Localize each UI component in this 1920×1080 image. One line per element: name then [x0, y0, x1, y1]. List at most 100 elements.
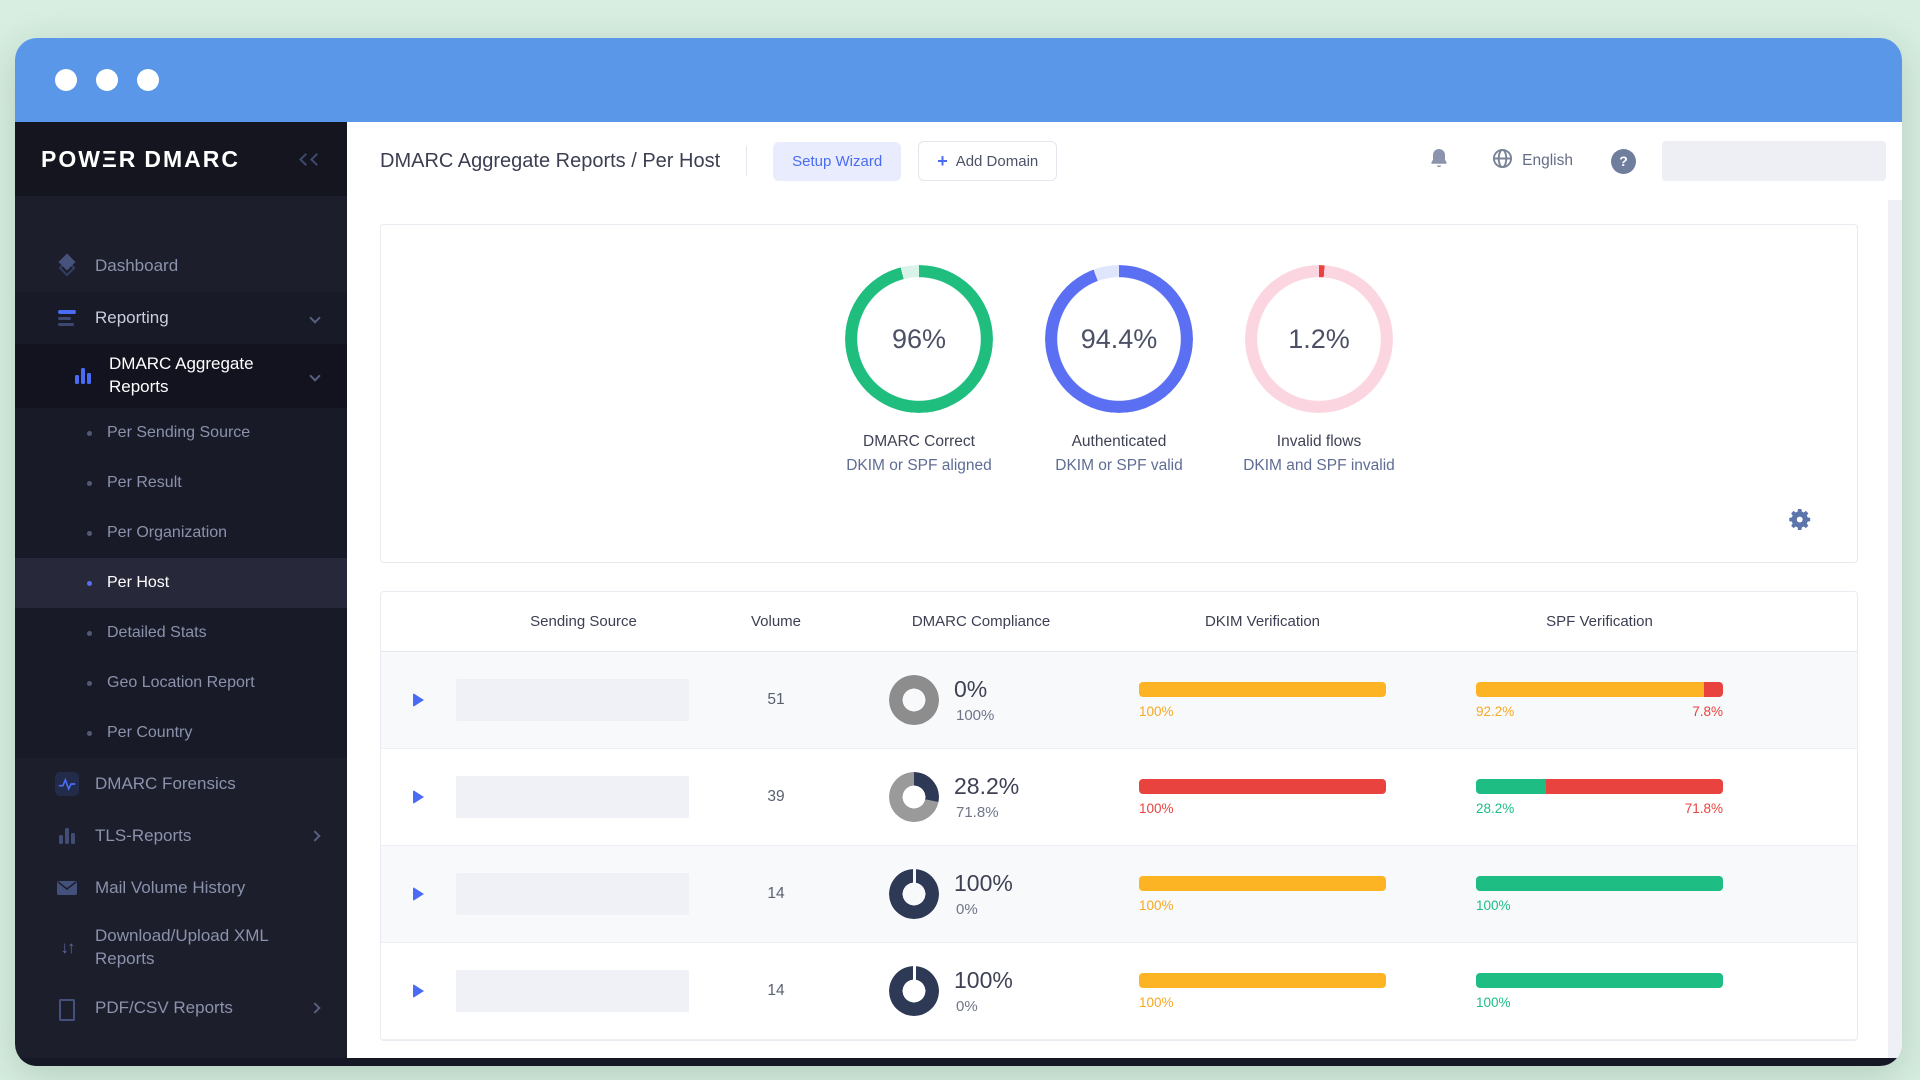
sidebar-item-geo-location-report[interactable]: Geo Location Report — [15, 658, 347, 708]
notifications-bell-icon[interactable] — [1428, 147, 1450, 176]
setup-wizard-button[interactable]: Setup Wizard — [773, 141, 902, 181]
sending-source-redacted — [456, 679, 689, 721]
chevron-right-icon — [309, 1002, 321, 1014]
window-control-dot[interactable] — [137, 69, 159, 91]
spf-bar — [1476, 875, 1723, 891]
volume-value: 51 — [767, 691, 785, 708]
compliance-sub-value: 71.8% — [956, 804, 999, 821]
download-upload-arrows-icon: ↓↑ — [60, 938, 76, 957]
sending-source-redacted — [456, 970, 689, 1012]
table-row: 14 100% 0% 100% 100% — [381, 943, 1857, 1040]
window-footer-strip — [15, 1058, 1902, 1066]
chevron-right-icon — [309, 830, 321, 842]
sidebar-logo-row: POWΞR DMARC — [15, 122, 347, 196]
sidebar-item-per-result[interactable]: Per Result — [15, 458, 347, 508]
dkim-left-label: 100% — [1139, 703, 1174, 719]
sidebar-item-per-organization[interactable]: Per Organization — [15, 508, 347, 558]
main-content: DMARC Aggregate Reports / Per Host Setup… — [347, 122, 1902, 1066]
language-selector[interactable]: English — [1492, 148, 1573, 174]
sidebar-item-reporting[interactable]: Reporting — [15, 292, 347, 344]
spf-bar — [1476, 681, 1723, 697]
bullet-icon — [87, 530, 92, 536]
donut-chart: 96% — [845, 265, 993, 413]
compliance-donut — [889, 772, 939, 822]
expand-row-icon[interactable] — [413, 984, 424, 998]
account-area[interactable] — [1662, 141, 1886, 181]
donut-value: 96% — [891, 323, 947, 354]
sidebar-nav: Dashboard Reporting DMARC Aggregate Repo… — [15, 196, 347, 1034]
volume-value: 14 — [767, 885, 785, 902]
compliance-sub-value: 0% — [956, 998, 978, 1015]
bullet-icon — [87, 630, 92, 636]
sidebar-item-tls-reports[interactable]: TLS-Reports — [15, 810, 347, 862]
spf-left-label: 100% — [1476, 994, 1511, 1010]
dkim-bar — [1139, 778, 1386, 794]
donut-value: 1.2% — [1288, 323, 1350, 354]
dkim-left-label: 100% — [1139, 897, 1174, 913]
bar-chart-icon — [71, 368, 95, 384]
app-window: POWΞR DMARC Dashboard Reporting DMARC Ag… — [15, 38, 1902, 1066]
sidebar-collapse-icon[interactable] — [299, 152, 323, 166]
sidebar-item-detailed-stats[interactable]: Detailed Stats — [15, 608, 347, 658]
sidebar-item-pdf-csv-reports[interactable]: PDF/CSV Reports — [15, 982, 347, 1034]
sidebar-item-download-upload-xml-reports[interactable]: ↓↑ Download/Upload XML Reports — [15, 914, 347, 982]
column-header-volume: Volume — [750, 613, 802, 630]
sidebar-item-mail-volume-history[interactable]: Mail Volume History — [15, 862, 347, 914]
chevron-down-icon — [309, 312, 321, 324]
add-domain-button[interactable]: + Add Domain — [918, 141, 1058, 181]
summary-card: 96% DMARC Correct DKIM or SPF aligned 94… — [380, 224, 1858, 563]
plus-icon: + — [937, 151, 948, 171]
table-row: 51 0% 100% 100% 92.2% 7.8% — [381, 652, 1857, 749]
sidebar-item-dashboard[interactable]: Dashboard — [15, 240, 347, 292]
desktop-background: POWΞR DMARC Dashboard Reporting DMARC Ag… — [0, 0, 1920, 1080]
compliance-donut — [889, 869, 939, 919]
language-label: English — [1522, 152, 1573, 169]
donut-subtitle: DKIM or SPF aligned — [846, 457, 992, 474]
sidebar-item-dmarc-aggregate-reports[interactable]: DMARC Aggregate Reports — [15, 344, 347, 408]
sidebar-item-per-sending-source[interactable]: Per Sending Source — [15, 408, 347, 458]
bullet-icon — [87, 580, 92, 586]
help-icon[interactable]: ? — [1611, 148, 1636, 174]
column-header-dkim-verification: DKIM Verification — [1204, 613, 1321, 630]
spf-left-label: 92.2% — [1476, 703, 1515, 719]
compliance-main-value: 100% — [954, 870, 1013, 896]
expand-row-icon[interactable] — [413, 693, 424, 707]
sidebar-item-dmarc-forensics[interactable]: DMARC Forensics — [15, 758, 347, 810]
compliance-sub-value: 0% — [956, 901, 978, 918]
sidebar-item-per-country[interactable]: Per Country — [15, 708, 347, 758]
powerdmarc-logo: POWΞR DMARC — [41, 145, 240, 172]
document-brackets-icon — [55, 999, 79, 1021]
reporting-lines-icon — [55, 310, 79, 326]
dkim-left-label: 100% — [1139, 800, 1174, 816]
summary-donut-invalid-flows: 1.2% Invalid flows DKIM and SPF invalid — [1232, 265, 1406, 562]
expand-row-icon[interactable] — [413, 887, 424, 901]
window-control-dot[interactable] — [55, 69, 77, 91]
table-row: 39 28.2% 71.8% 100% 28.2% 71.8% — [381, 749, 1857, 846]
sidebar: POWΞR DMARC Dashboard Reporting DMARC Ag… — [15, 122, 347, 1066]
expand-row-icon[interactable] — [413, 790, 424, 804]
window-titlebar — [15, 38, 1902, 122]
donut-title: Authenticated — [1071, 433, 1167, 450]
donut-title: Invalid flows — [1276, 433, 1362, 450]
settings-gear-icon[interactable] — [1786, 506, 1813, 536]
dkim-bar — [1139, 972, 1386, 988]
volume-value: 39 — [767, 788, 785, 805]
dkim-bar — [1139, 681, 1386, 697]
compliance-main-value: 0% — [954, 676, 988, 702]
per-host-table: Sending Source Volume DMARC Compliance D… — [380, 591, 1858, 1041]
compliance-main-value: 28.2% — [954, 773, 1020, 799]
window-control-dot[interactable] — [96, 69, 118, 91]
dashboard-layers-icon — [55, 253, 79, 277]
column-header-spf-verification: SPF Verification — [1546, 613, 1653, 630]
sidebar-item-per-host[interactable]: Per Host — [15, 558, 347, 608]
bullet-icon — [87, 730, 92, 736]
bar-chart-icon — [55, 828, 79, 844]
sending-source-redacted — [456, 776, 689, 818]
summary-donut-authenticated: 94.4% Authenticated DKIM or SPF valid — [1032, 265, 1206, 562]
scrollbar[interactable] — [1888, 200, 1902, 1058]
column-header-dmarc-compliance: DMARC Compliance — [911, 613, 1051, 630]
globe-icon — [1492, 148, 1513, 174]
table-row: 14 100% 0% 100% 100% — [381, 846, 1857, 943]
chevron-down-icon — [309, 370, 321, 382]
dkim-left-label: 100% — [1139, 994, 1174, 1010]
